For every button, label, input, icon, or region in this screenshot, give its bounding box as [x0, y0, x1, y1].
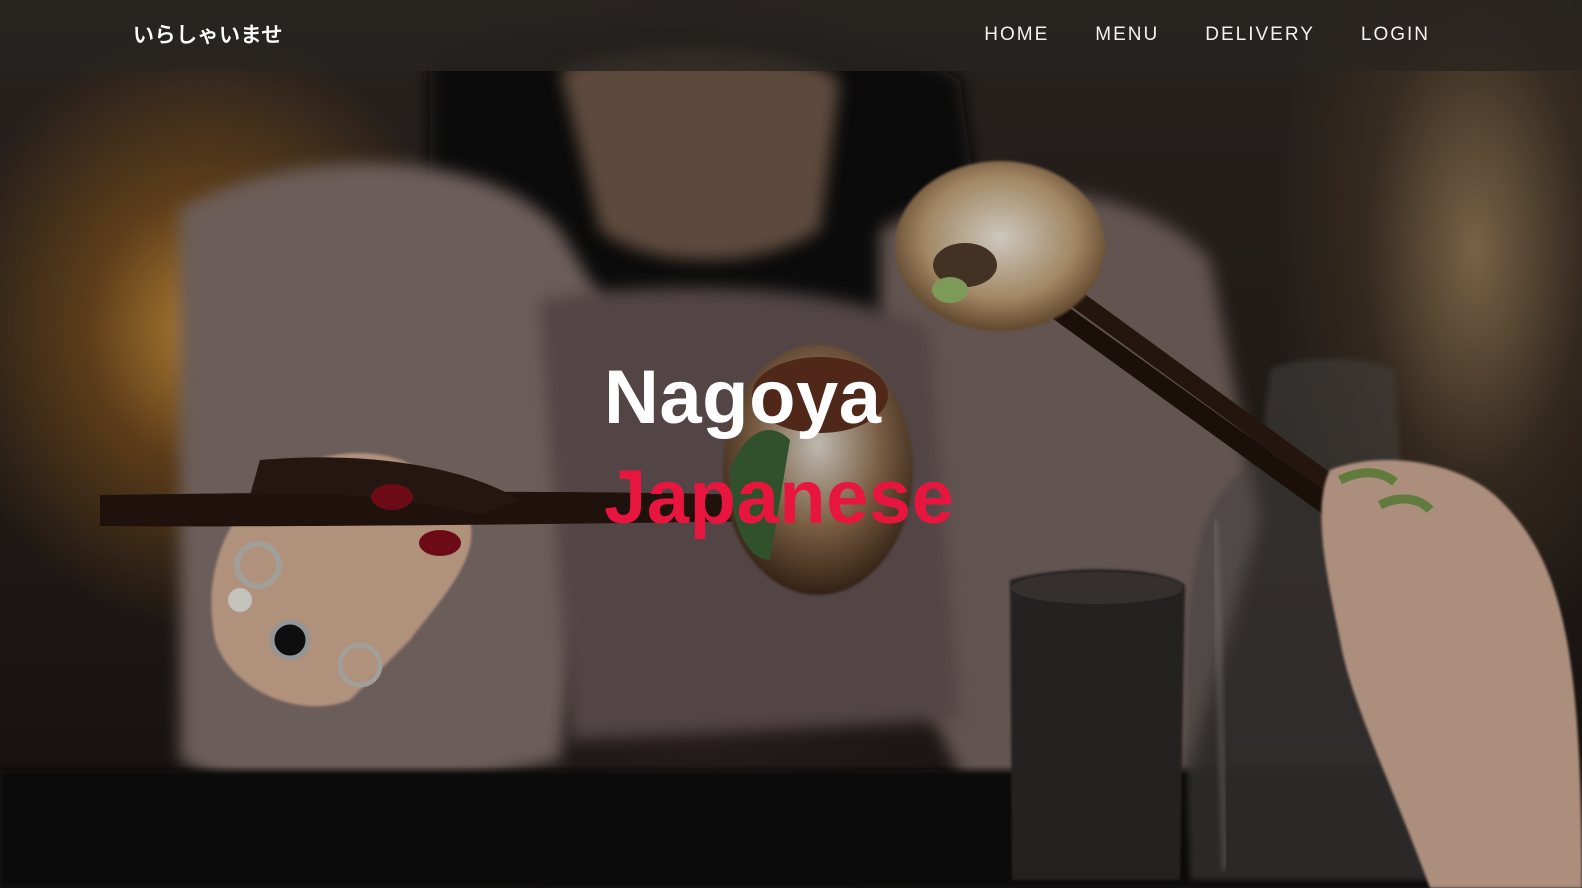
main-nav: HOME MENU DELIVERY LOGIN: [984, 24, 1430, 46]
brand-logo[interactable]: いらしゃいませ: [133, 19, 283, 49]
hero-headline: Nagoya Japanese: [604, 348, 954, 548]
hero-headline-line1: Nagoya: [604, 355, 882, 440]
nav-link-menu[interactable]: MENU: [1095, 24, 1159, 46]
hero-section: いらしゃいませ HOME MENU DELIVERY LOGIN Nagoya …: [0, 0, 1582, 888]
nav-link-home[interactable]: HOME: [984, 24, 1049, 46]
nav-link-delivery[interactable]: DELIVERY: [1205, 24, 1315, 46]
top-navbar: いらしゃいませ HOME MENU DELIVERY LOGIN: [0, 0, 1582, 71]
nav-link-login[interactable]: LOGIN: [1361, 24, 1430, 46]
hero-headline-line2: Japanese: [604, 455, 955, 540]
